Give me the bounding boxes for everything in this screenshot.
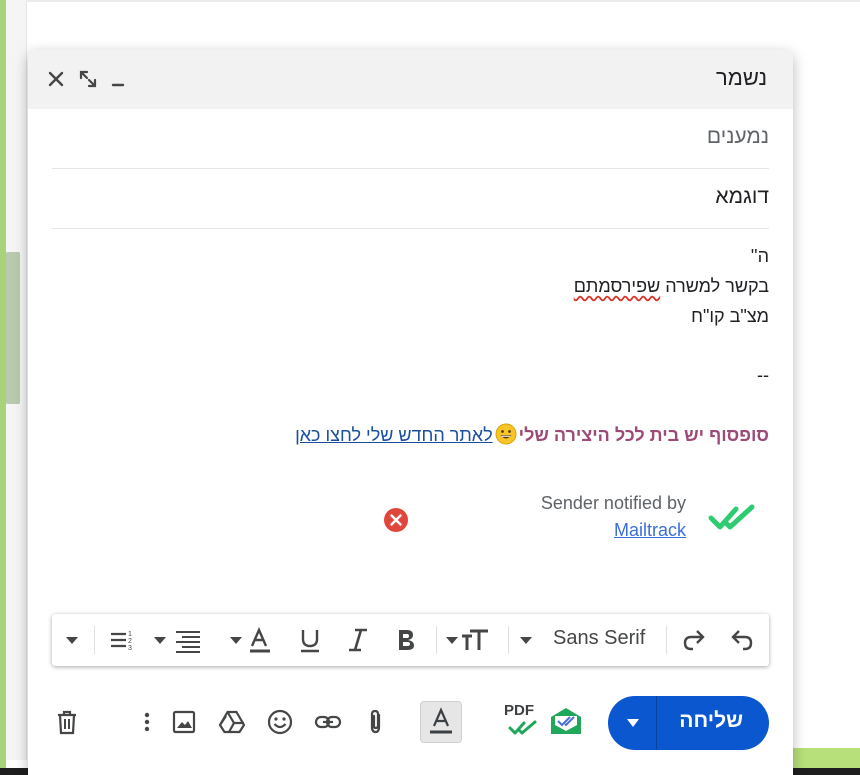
fullscreen-button[interactable] (77, 68, 99, 90)
svg-text:3: 3 (128, 645, 132, 652)
mailtrack-notified-text: Sender notified by (540, 493, 686, 513)
font-size-button[interactable] (444, 626, 494, 654)
mailtrack-double-check-icon (708, 504, 755, 530)
attach-file-button[interactable] (362, 708, 390, 736)
toolbar-divider (94, 626, 95, 654)
insert-photo-button[interactable] (170, 708, 198, 736)
font-family-label[interactable]: Sans Serif (553, 627, 645, 650)
signature-text: סופסוף יש בית לכל היצירה שלי (518, 425, 769, 445)
font-size-icon (446, 629, 488, 650)
italic-icon (349, 628, 367, 652)
formatting-options-button[interactable] (420, 701, 462, 743)
schedule-send-dropdown-icon[interactable] (626, 718, 640, 728)
background-divider (26, 0, 860, 2)
send-label: שליחה (679, 709, 743, 732)
text-color-button[interactable] (228, 626, 274, 654)
send-divider (656, 696, 657, 750)
mailtrack-envelope-icon (551, 708, 581, 734)
close-icon (48, 71, 64, 87)
remove-mailtrack-close-icon[interactable] (383, 507, 409, 533)
expand-icon (79, 70, 97, 88)
align-right-icon (154, 631, 200, 653)
underline-icon (301, 630, 319, 653)
mailtrack-notice: Sender notified by Mailtrack (526, 493, 686, 541)
italic-button[interactable] (344, 626, 372, 654)
pdf-label: PDF (504, 702, 534, 719)
misspelled-word[interactable]: שפירסמתם (574, 276, 661, 296)
caret-down-icon (520, 637, 532, 644)
underline-button[interactable] (296, 626, 324, 654)
google-drive-icon (218, 710, 246, 734)
body-line-3: מצ"ב קו"ח (691, 306, 769, 326)
pdf-check-icon (508, 720, 537, 735)
grinning-face-emoji-icon (495, 423, 517, 445)
body-line-2-text: בקשר למשרה (660, 276, 769, 296)
compose-title: נשמר (715, 65, 767, 90)
compose-window: נשמר נמענים דוגמא ה'' בקשר למשרה שפירסמת… (28, 50, 793, 775)
insert-emoji-button[interactable] (266, 708, 294, 736)
trash-icon (58, 710, 76, 735)
numbered-list-icon: 1 2 3 (111, 631, 132, 652)
discard-draft-button[interactable] (53, 708, 81, 736)
redo-button[interactable] (680, 626, 708, 654)
smiley-icon (267, 709, 293, 735)
paperclip-icon (370, 709, 381, 734)
text-color-icon (230, 627, 270, 653)
insert-drive-button[interactable] (218, 708, 246, 736)
mailtrack-button[interactable] (548, 705, 584, 737)
signature: סופסוף יש בית לכל היצירה שלי לאתר החדש ש… (295, 423, 769, 446)
undo-button[interactable] (728, 626, 756, 654)
send-button[interactable]: שליחה (608, 696, 769, 750)
image-icon (172, 710, 196, 734)
more-options-button[interactable] (140, 708, 154, 736)
svg-text:1: 1 (128, 631, 132, 638)
subject-field[interactable]: דוגמא (52, 169, 769, 229)
toolbar-divider (436, 626, 437, 654)
mailtrack-link[interactable]: Mailtrack (526, 520, 686, 541)
align-button[interactable] (152, 626, 204, 654)
body-line-2: בקשר למשרה שפירסמתם (574, 276, 769, 297)
numbered-list-button[interactable]: 1 2 3 (108, 626, 136, 654)
insert-link-button[interactable] (314, 708, 342, 736)
bold-icon (399, 630, 414, 650)
background-strip-right (790, 748, 860, 768)
undo-icon (731, 630, 753, 651)
link-icon (314, 715, 342, 729)
redo-icon (683, 630, 705, 651)
subject-text: דוגמא (715, 185, 769, 208)
background-scrollbar[interactable] (6, 252, 20, 404)
recipients-field[interactable]: נמענים (52, 109, 769, 169)
minimize-icon (111, 83, 125, 87)
bold-button[interactable] (392, 626, 420, 654)
svg-text:2: 2 (128, 638, 132, 645)
minimize-button[interactable] (108, 68, 130, 90)
toolbar-divider (666, 626, 667, 654)
body-line-greeting: ה'' (750, 246, 769, 266)
more-vert-icon (144, 712, 150, 732)
recipients-placeholder: נמענים (706, 125, 769, 148)
close-button[interactable] (45, 68, 67, 90)
signature-link[interactable]: לאתר החדש שלי לחצו כאן (295, 425, 493, 445)
caret-down-icon (66, 637, 78, 644)
toolbar-divider (508, 626, 509, 654)
text-format-icon (430, 707, 452, 734)
font-family-dropdown[interactable] (518, 626, 534, 654)
signature-separator: -- (757, 365, 769, 385)
formatting-toolbar: 1 2 3 Sans Serif (52, 614, 769, 666)
compose-header[interactable]: נשמר (28, 50, 793, 109)
pdf-button[interactable]: PDF (504, 702, 538, 738)
more-formatting-button[interactable] (64, 626, 80, 654)
